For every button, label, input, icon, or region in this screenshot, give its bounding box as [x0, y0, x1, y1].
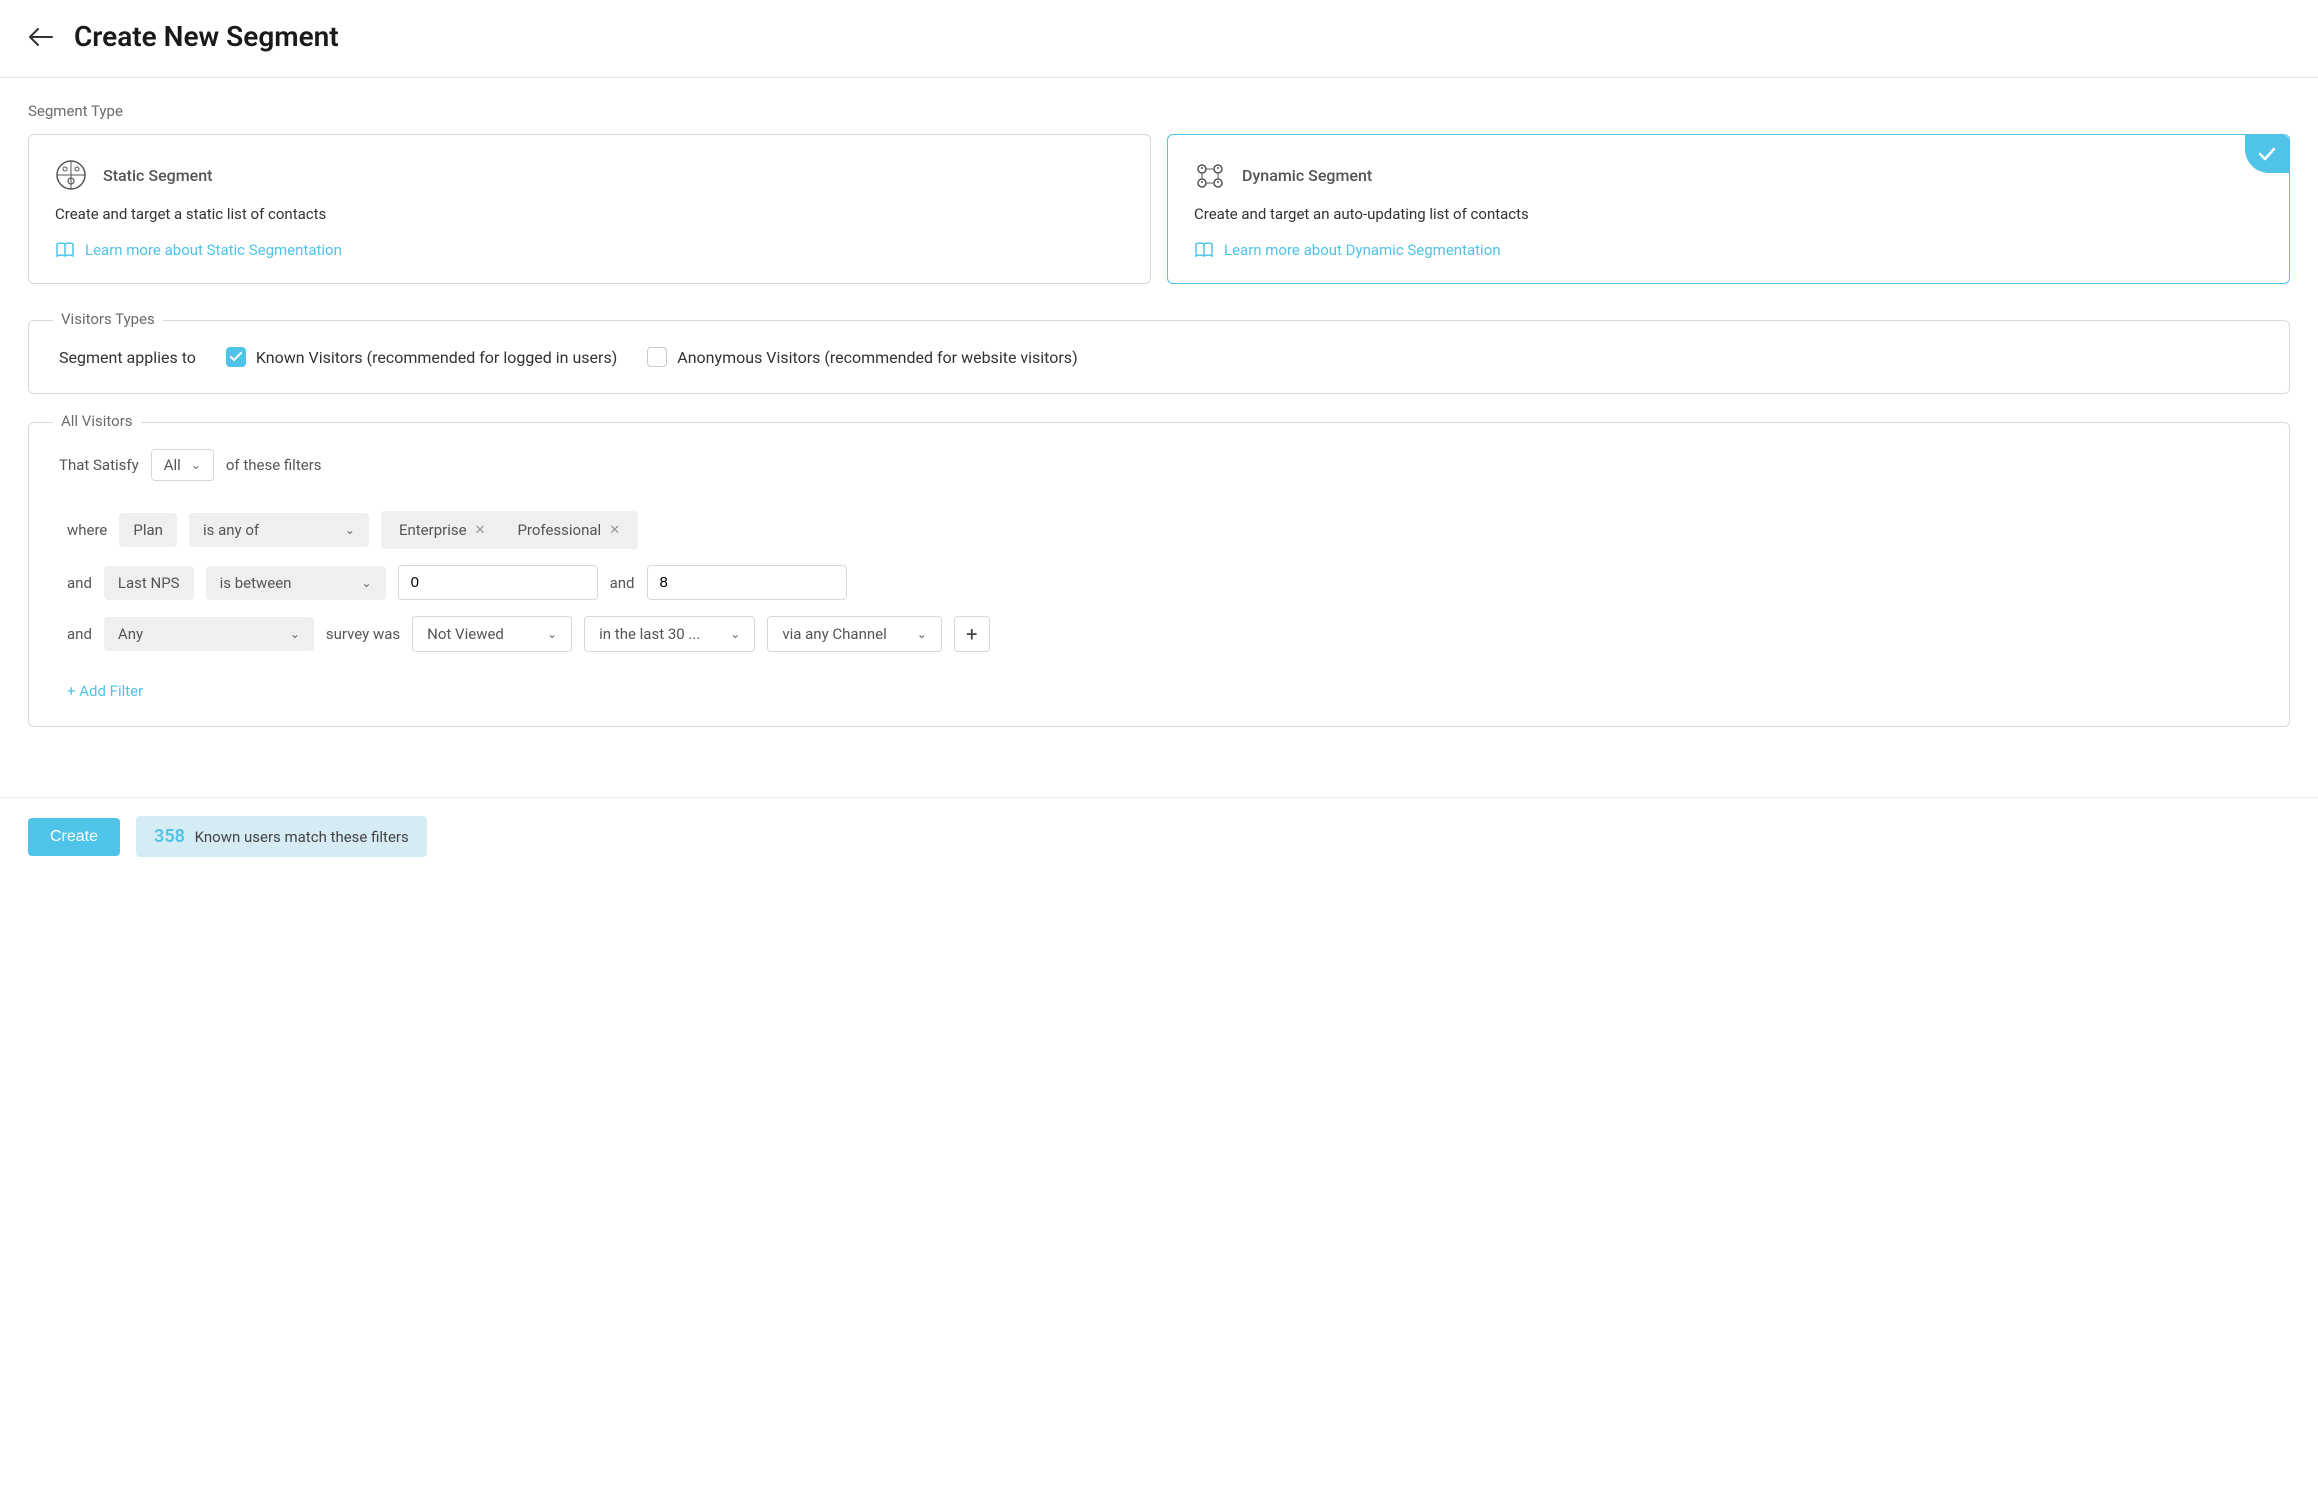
static-segment-icon [55, 159, 87, 191]
known-visitors-label: Known Visitors (recommended for logged i… [256, 348, 617, 367]
chevron-down-icon: ⌄ [362, 576, 372, 590]
book-icon [55, 242, 75, 258]
static-segment-card[interactable]: Static Segment Create and target a stati… [28, 134, 1151, 284]
tag-label: Professional [517, 521, 601, 539]
filter3-channel-value: via any Channel [782, 625, 886, 643]
filter2-operator[interactable]: is between ⌄ [206, 566, 386, 600]
filter3-status[interactable]: Not Viewed ⌄ [412, 616, 572, 652]
filter-row-1: where Plan is any of ⌄ Enterprise ✕ Prof… [59, 511, 2259, 549]
remove-tag-icon[interactable]: ✕ [475, 523, 486, 538]
known-visitors-checkbox[interactable] [226, 347, 246, 367]
visitors-types-fieldset: Visitors Types Segment applies to Known … [28, 320, 2290, 394]
satisfy-select[interactable]: All ⌄ [151, 449, 214, 481]
visitors-legend: Visitors Types [53, 310, 163, 328]
chevron-down-icon: ⌄ [345, 523, 355, 537]
filter3-time-value: in the last 30 ... [599, 625, 700, 643]
anonymous-visitors-option[interactable]: Anonymous Visitors (recommended for webs… [647, 347, 1077, 367]
filter3-time[interactable]: in the last 30 ... ⌄ [584, 616, 755, 652]
tag-label: Enterprise [399, 521, 467, 539]
segment-applies-label: Segment applies to [59, 348, 196, 367]
chevron-down-icon: ⌄ [917, 627, 927, 641]
filter3-attr-value: Any [118, 625, 143, 643]
static-segment-desc: Create and target a static list of conta… [55, 205, 1124, 223]
filter3-channel[interactable]: via any Channel ⌄ [767, 616, 941, 652]
satisfy-select-value: All [164, 456, 181, 474]
all-visitors-fieldset: All Visitors That Satisfy All ⌄ of these… [28, 422, 2290, 727]
static-segment-title: Static Segment [103, 166, 212, 185]
chevron-down-icon: ⌄ [547, 627, 557, 641]
dynamic-segment-card[interactable]: Dynamic Segment Create and target an aut… [1167, 134, 2290, 284]
segment-type-label: Segment Type [28, 102, 2290, 120]
footer: Create 358 Known users match these filte… [0, 797, 2318, 887]
book-icon [1194, 242, 1214, 258]
dynamic-learn-text: Learn more about Dynamic Segmentation [1224, 241, 1501, 259]
filter2-op-value: is between [220, 574, 292, 592]
static-learn-text: Learn more about Static Segmentation [85, 241, 342, 259]
add-condition-button[interactable]: + [954, 616, 990, 652]
filter2-value-to[interactable] [647, 565, 847, 600]
page-title: Create New Segment [74, 20, 339, 53]
dynamic-segment-desc: Create and target an auto-updating list … [1194, 205, 2263, 223]
filter3-attribute[interactable]: Any ⌄ [104, 617, 314, 651]
filter1-values[interactable]: Enterprise ✕ Professional ✕ [381, 511, 638, 549]
satisfy-post: of these filters [226, 456, 322, 474]
survey-was-label: survey was [326, 625, 400, 643]
filter1-attribute[interactable]: Plan [119, 513, 177, 547]
satisfy-pre: That Satisfy [59, 456, 139, 474]
static-segment-learn-link[interactable]: Learn more about Static Segmentation [55, 241, 1124, 259]
dynamic-segment-learn-link[interactable]: Learn more about Dynamic Segmentation [1194, 241, 2263, 259]
chevron-down-icon: ⌄ [290, 627, 300, 641]
where-label: where [67, 521, 107, 539]
filter2-value-from[interactable] [398, 565, 598, 600]
chevron-down-icon: ⌄ [730, 627, 740, 641]
page-header: Create New Segment [0, 0, 2318, 78]
filter1-op-value: is any of [203, 521, 259, 539]
filter1-operator[interactable]: is any of ⌄ [189, 513, 369, 547]
remove-tag-icon[interactable]: ✕ [609, 523, 620, 538]
anonymous-visitors-checkbox[interactable] [647, 347, 667, 367]
filter-row-3: and Any ⌄ survey was Not Viewed ⌄ in the… [59, 616, 2259, 652]
filter2-attribute[interactable]: Last NPS [104, 566, 194, 600]
back-arrow-icon[interactable] [28, 27, 54, 47]
between-and-label: and [610, 574, 635, 592]
known-visitors-option[interactable]: Known Visitors (recommended for logged i… [226, 347, 617, 367]
match-count: 358 [154, 826, 185, 847]
filter3-status-value: Not Viewed [427, 625, 504, 643]
dynamic-segment-title: Dynamic Segment [1242, 166, 1372, 185]
dynamic-segment-icon [1194, 159, 1226, 191]
filter1-tag-professional: Professional ✕ [505, 513, 632, 547]
segment-type-cards: Static Segment Create and target a stati… [28, 134, 2290, 284]
anonymous-visitors-label: Anonymous Visitors (recommended for webs… [677, 348, 1077, 367]
filter1-tag-enterprise: Enterprise ✕ [387, 513, 498, 547]
match-badge: 358 Known users match these filters [136, 816, 427, 857]
add-filter-link[interactable]: + Add Filter [59, 682, 143, 700]
filter-row-2: and Last NPS is between ⌄ and [59, 565, 2259, 600]
and-label: and [67, 625, 92, 643]
and-label: and [67, 574, 92, 592]
create-button[interactable]: Create [28, 818, 120, 856]
chevron-down-icon: ⌄ [191, 458, 201, 472]
match-text: Known users match these filters [195, 828, 409, 846]
filters-legend: All Visitors [53, 412, 141, 430]
